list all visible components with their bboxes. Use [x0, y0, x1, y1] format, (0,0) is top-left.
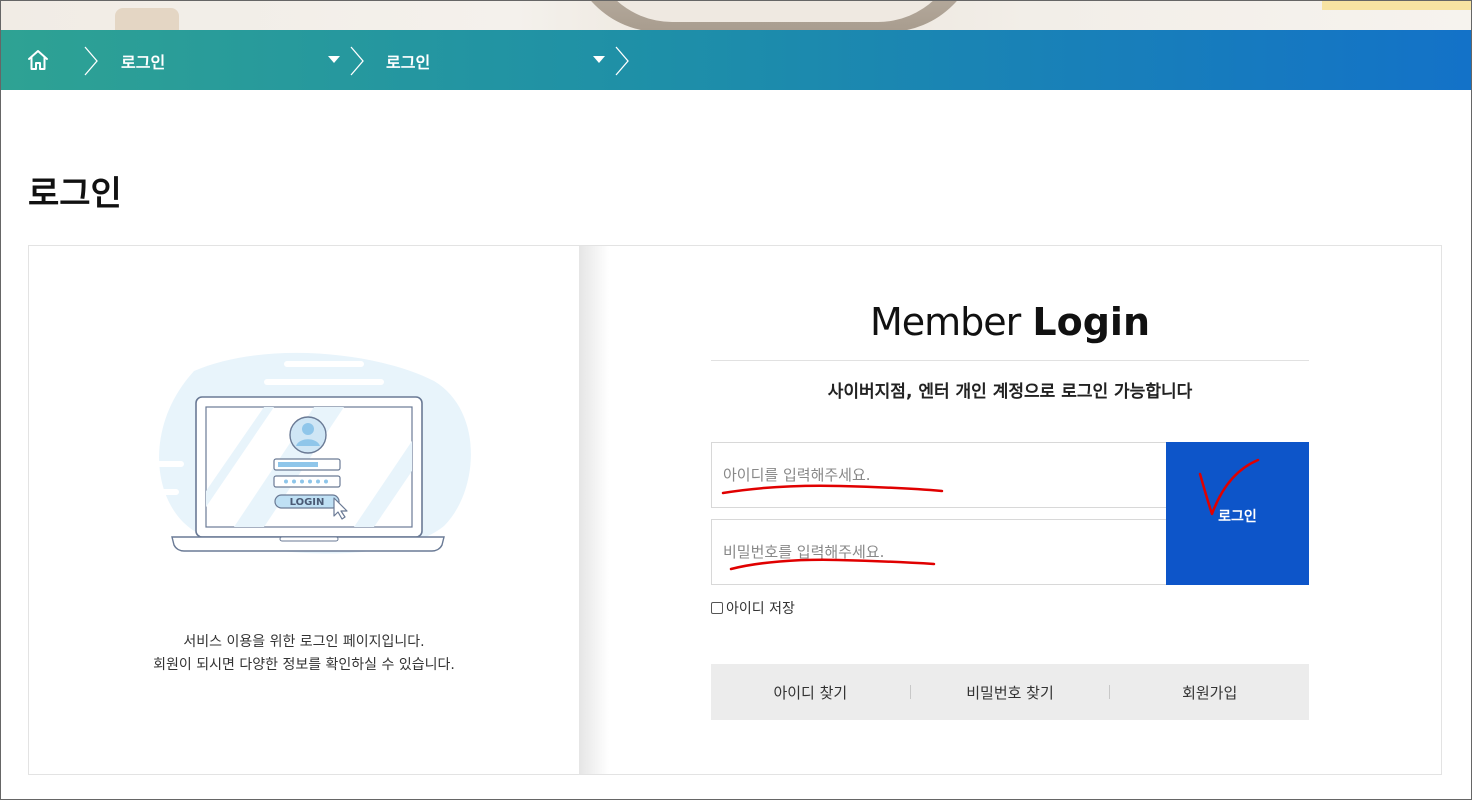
login-button[interactable]: 로그인 [1166, 442, 1309, 585]
breadcrumb-separator-icon [615, 46, 629, 76]
login-description: 서비스 이용을 위한 로그인 페이지입니다. 회원이 되시면 다양한 정보를 확… [29, 631, 579, 677]
breadcrumb-bar: 로그인 로그인 [0, 30, 1472, 90]
title-divider [711, 360, 1309, 361]
find-id-link[interactable]: 아이디 찾기 [711, 682, 910, 703]
description-line-1: 서비스 이용을 위한 로그인 페이지입니다. [183, 634, 425, 650]
user-id-input[interactable] [712, 443, 1166, 507]
description-line-2: 회원이 되시면 다양한 정보를 확인하실 수 있습니다. [153, 657, 455, 673]
save-id-checkbox[interactable] [711, 602, 723, 614]
find-password-link[interactable]: 비밀번호 찾기 [911, 682, 1110, 703]
password-field[interactable] [711, 519, 1167, 585]
hero-vase [115, 8, 179, 30]
breadcrumb-level2[interactable]: 로그인 [386, 49, 430, 73]
home-icon[interactable] [26, 49, 50, 71]
login-info-panel: LOGIN 서비스 이용을 위한 로그인 페이지입니다. 회원이 되시면 다양한… [29, 246, 609, 774]
illustration-login-text: LOGIN [290, 497, 325, 508]
save-id-option[interactable]: 아이디 저장 [711, 598, 795, 618]
breadcrumb-level1[interactable]: 로그인 [121, 49, 165, 73]
login-subtitle: 사이버지점, 엔터 개인 계정으로 로그인 가능합니다 [827, 382, 1193, 402]
login-form-panel: Member Login 사이버지점, 엔터 개인 계정으로 로그인 가능합니다… [711, 246, 1311, 774]
member-title-light: Member [869, 300, 1021, 344]
account-links-bar: 아이디 찾기 비밀번호 찾기 회원가입 [711, 664, 1309, 720]
save-id-label[interactable]: 아이디 저장 [726, 598, 795, 618]
laptop-login-illustration: LOGIN [144, 352, 471, 554]
hero-decor [1322, 0, 1472, 10]
login-button-label: 로그인 [1218, 509, 1257, 525]
hero-banner [0, 0, 1472, 30]
password-input[interactable] [712, 520, 1166, 584]
panel-shadow [579, 246, 609, 774]
member-title-bold: Login [1032, 300, 1150, 344]
breadcrumb-level1-dropdown-icon[interactable] [328, 56, 340, 63]
user-id-field[interactable] [711, 442, 1167, 508]
page-title: 로그인 [28, 174, 122, 214]
member-login-title: Member Login [711, 300, 1309, 344]
signup-link[interactable]: 회원가입 [1110, 682, 1309, 703]
login-container: LOGIN 서비스 이용을 위한 로그인 페이지입니다. 회원이 되시면 다양한… [28, 245, 1442, 775]
breadcrumb-level2-dropdown-icon[interactable] [593, 56, 605, 63]
breadcrumb-separator-icon [350, 46, 364, 76]
breadcrumb-separator-icon [84, 46, 98, 76]
